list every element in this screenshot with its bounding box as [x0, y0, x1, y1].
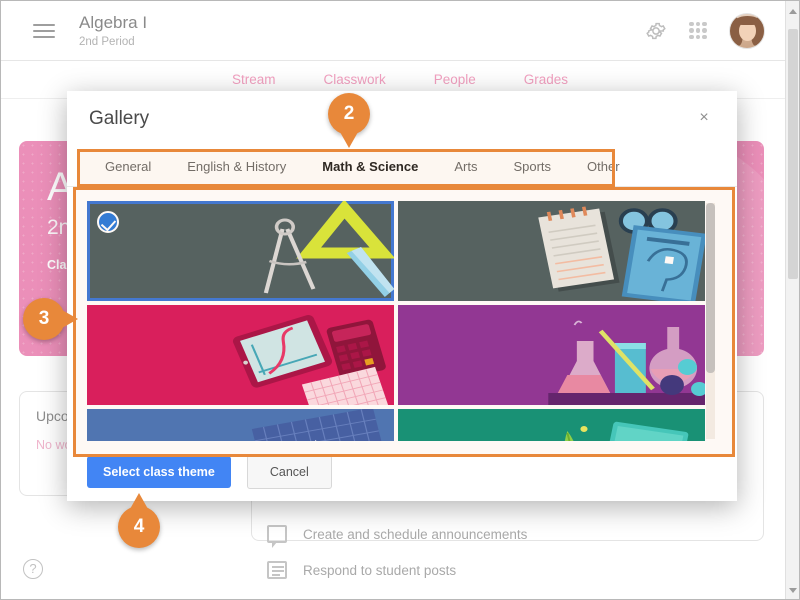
- dialog-title: Gallery: [89, 108, 150, 129]
- close-icon[interactable]: ×: [693, 108, 715, 130]
- avatar[interactable]: [729, 12, 765, 49]
- tab-stream[interactable]: Stream: [232, 72, 276, 87]
- tab-other[interactable]: Other: [569, 159, 638, 174]
- app-window: Algebra I 2nd Period Stream Classwork Pe…: [0, 0, 800, 600]
- list-item[interactable]: Create and schedule announcements: [251, 516, 771, 552]
- blueprint-compass-art: [251, 409, 392, 441]
- theme-tile-notepad-glasses-brain[interactable]: [398, 201, 705, 301]
- callout-marker-3: 3: [23, 298, 78, 340]
- tab-general[interactable]: General: [87, 159, 169, 174]
- gallery-dialog: Gallery × General English & History Math…: [67, 91, 737, 501]
- biology-leaf-art: [564, 421, 688, 441]
- apps-grid-icon[interactable]: [689, 21, 707, 40]
- theme-tile-blueprint-compass[interactable]: [87, 409, 394, 441]
- class-period-label: 2nd Period: [79, 35, 135, 48]
- feature-label: Respond to student posts: [303, 562, 457, 578]
- top-bar: Algebra I 2nd Period: [1, 1, 799, 61]
- gear-icon[interactable]: [645, 20, 667, 42]
- scrollbar-thumb[interactable]: [788, 29, 798, 279]
- tab-people[interactable]: People: [434, 72, 476, 87]
- geometry-tools-art: [263, 201, 394, 297]
- help-icon[interactable]: ?: [23, 559, 43, 579]
- cancel-button[interactable]: Cancel: [246, 455, 332, 489]
- theme-tile-tablet-calculator[interactable]: [87, 305, 394, 405]
- theme-gallery-scroll-area[interactable]: [87, 201, 719, 441]
- theme-tile-geometry-tools[interactable]: [87, 201, 394, 301]
- tab-english-history[interactable]: English & History: [169, 159, 304, 174]
- class-title-block: Algebra I 2nd Period: [79, 12, 147, 50]
- feature-label: Create and schedule announcements: [303, 526, 528, 542]
- select-class-theme-button[interactable]: Select class theme: [87, 456, 231, 488]
- tab-math-science[interactable]: Math & Science: [304, 159, 436, 174]
- gallery-category-tabs: General English & History Math & Science…: [67, 147, 737, 187]
- dialog-actions: Select class theme Cancel: [67, 443, 737, 501]
- theme-grid: [87, 201, 705, 441]
- page-title: Algebra I: [79, 12, 148, 32]
- theme-tile-chemistry-flasks[interactable]: [398, 305, 705, 405]
- tab-arts[interactable]: Arts: [436, 159, 495, 174]
- theme-tile-biology-leaf[interactable]: [398, 409, 705, 441]
- tablet-calculator-art: [232, 315, 389, 405]
- gallery-scrollbar[interactable]: [706, 203, 715, 439]
- notepad-glasses-brain-art: [537, 206, 705, 301]
- list-item[interactable]: Respond to student posts: [251, 552, 771, 588]
- comment-lines-icon: [267, 561, 287, 579]
- callout-marker-4: 4: [118, 493, 160, 548]
- top-bar-actions: [645, 12, 783, 49]
- tab-grades[interactable]: Grades: [524, 72, 568, 87]
- page-scrollbar[interactable]: [785, 1, 799, 599]
- scroll-down-arrow-icon[interactable]: [789, 588, 797, 593]
- tab-sports[interactable]: Sports: [495, 159, 569, 174]
- dialog-header: Gallery ×: [67, 91, 737, 147]
- speech-bubble-icon: [267, 525, 287, 548]
- callout-marker-2: 2: [328, 93, 370, 148]
- feature-list: Create and schedule announcements Respon…: [251, 516, 771, 588]
- gallery-scrollbar-thumb[interactable]: [706, 203, 715, 373]
- scroll-up-arrow-icon[interactable]: [789, 9, 797, 14]
- tab-classwork[interactable]: Classwork: [323, 72, 385, 87]
- hamburger-icon[interactable]: [33, 20, 55, 42]
- selected-check-icon: [97, 211, 119, 233]
- chemistry-flasks-art: [547, 320, 705, 405]
